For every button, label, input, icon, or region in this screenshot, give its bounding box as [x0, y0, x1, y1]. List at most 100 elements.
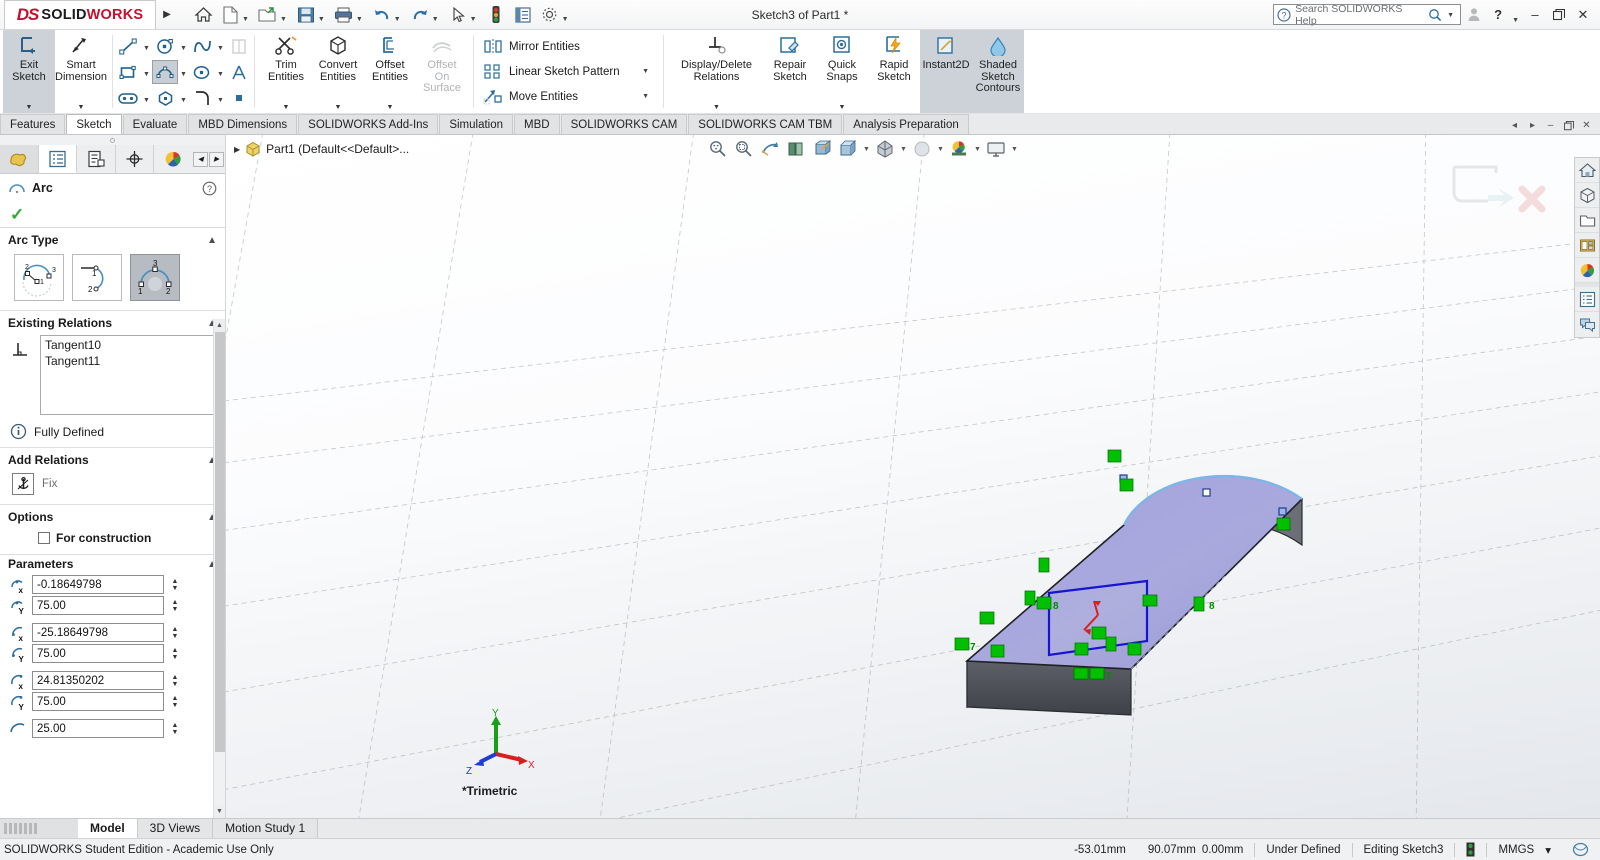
dimxpert-manager-tab[interactable]	[116, 145, 155, 173]
print-button[interactable]: ▼	[331, 2, 368, 28]
chevron-down-icon[interactable]: ▼	[1010, 146, 1019, 153]
center-y-input[interactable]	[32, 596, 164, 615]
restore-button[interactable]	[1548, 3, 1570, 27]
start-y-input[interactable]	[32, 644, 164, 663]
panel-scroll-left-button[interactable]: ◀	[193, 151, 209, 167]
chevron-down-icon[interactable]: ▼	[178, 60, 189, 84]
linear-sketch-pattern-item[interactable]: Linear Sketch Pattern ▼	[480, 59, 657, 84]
chevron-down-icon[interactable]: ▼	[936, 146, 945, 153]
view-home-icon[interactable]	[1575, 158, 1599, 183]
chevron-down-icon[interactable]: ▼	[215, 86, 226, 110]
scrollbar-thumb[interactable]	[215, 332, 225, 752]
chevron-down-icon[interactable]: ▼	[78, 104, 85, 113]
chevron-down-icon[interactable]: ▼	[899, 146, 908, 153]
doc-close-button[interactable]: ✕	[1578, 117, 1595, 134]
doc-minimize-button[interactable]: –	[1542, 117, 1559, 134]
ellipse-tool[interactable]	[189, 60, 215, 84]
sketch-status-icon[interactable]	[1455, 842, 1486, 857]
chevron-down-icon[interactable]: ▼	[178, 34, 189, 58]
minimize-button[interactable]: –	[1524, 3, 1546, 27]
move-entities-item[interactable]: Move Entities ▼	[480, 84, 657, 109]
tab-mbd[interactable]: MBD	[514, 114, 560, 134]
start-x-input[interactable]	[32, 623, 164, 642]
mirror-entities-item[interactable]: Mirror Entities	[480, 34, 657, 59]
file-properties-button[interactable]	[510, 2, 536, 28]
display-manager-tab[interactable]	[154, 145, 193, 173]
task-list-icon[interactable]	[1575, 287, 1599, 312]
edit-appearance-icon[interactable]	[910, 137, 934, 161]
units-dropdown-icon[interactable]: ▾	[1545, 843, 1561, 857]
chevron-down-icon[interactable]: ▼	[431, 16, 442, 23]
view-orientation-icon[interactable]	[810, 137, 834, 161]
accept-check-icon[interactable]: ✓	[10, 205, 24, 225]
save-button[interactable]: ▼	[293, 2, 330, 28]
bottom-tab-3d-views[interactable]: 3D Views	[137, 819, 214, 838]
point-tool[interactable]	[226, 86, 252, 110]
select-button[interactable]: ▼	[445, 2, 482, 28]
radius-input[interactable]	[32, 719, 164, 738]
home-button[interactable]	[190, 2, 216, 28]
chevron-down-icon[interactable]: ▼	[215, 34, 226, 58]
chevron-up-icon[interactable]: ▲	[207, 235, 217, 246]
section-view-icon[interactable]	[784, 137, 808, 161]
center-x-input[interactable]	[32, 575, 164, 594]
property-manager-tab[interactable]	[38, 145, 78, 173]
overlay-icon[interactable]	[1561, 842, 1600, 857]
chevron-down-icon[interactable]: ▼	[141, 86, 152, 110]
tab-mbd-dimensions[interactable]: MBD Dimensions	[188, 114, 298, 134]
feature-manager-tab[interactable]	[0, 145, 39, 173]
scroll-up-button[interactable]: ▲	[214, 319, 225, 332]
chevron-down-icon[interactable]: ▼	[1446, 12, 1457, 19]
new-document-button[interactable]: ▼	[217, 2, 254, 28]
zoom-to-fit-icon[interactable]	[706, 137, 730, 161]
chevron-down-icon[interactable]: ▼	[335, 104, 342, 113]
chevron-down-icon[interactable]: ▼	[393, 16, 404, 23]
trim-entities-button[interactable]: Trim Entities ▼	[260, 30, 312, 113]
panel-splitter[interactable]	[0, 135, 225, 145]
view-isometric-icon[interactable]	[1575, 183, 1599, 208]
doc-nav-next-button[interactable]: ▸	[1524, 117, 1541, 134]
center-y-stepper[interactable]: ▲ ▼	[169, 596, 181, 615]
tab-evaluate[interactable]: Evaluate	[122, 114, 188, 134]
scroll-down-button[interactable]: ▼	[214, 805, 225, 818]
menu-expand-button[interactable]: ▶	[158, 1, 176, 29]
chevron-down-icon[interactable]: ▼	[283, 104, 290, 113]
tab-features[interactable]: Features	[0, 114, 66, 134]
fillet-tool[interactable]	[189, 86, 215, 110]
chevron-down-icon[interactable]: ▼	[279, 16, 290, 23]
radius-stepper[interactable]: ▲ ▼	[169, 719, 181, 738]
tab-solidworks-add-ins[interactable]: SOLIDWORKS Add-Ins	[298, 114, 439, 134]
exit-sketch-button[interactable]: Exit Sketch ▼	[3, 30, 55, 113]
rectangle-tool[interactable]	[115, 60, 141, 84]
text-tool[interactable]	[226, 60, 252, 84]
end-x-stepper[interactable]: ▲ ▼	[169, 671, 181, 690]
redo-button[interactable]: ▼	[407, 2, 444, 28]
tab-sketch[interactable]: Sketch	[66, 114, 122, 134]
chevron-down-icon[interactable]: ▼	[241, 16, 252, 23]
chevron-down-icon[interactable]: ▼	[634, 93, 657, 100]
list-item[interactable]: Tangent11	[45, 354, 212, 370]
chevron-down-icon[interactable]: ▼	[713, 104, 720, 113]
instant2d-button[interactable]: Instant2D	[920, 30, 972, 113]
property-manager-scrollbar[interactable]: ▲ ▼	[213, 319, 225, 818]
configuration-manager-tab[interactable]	[77, 145, 116, 173]
part-model-3d[interactable]: 8 8 7 7	[706, 275, 1506, 818]
arc-type-centerpoint-button[interactable]: 3 1 2	[130, 254, 180, 301]
polygon-tool[interactable]	[152, 86, 178, 110]
chevron-down-icon[interactable]: ▼	[634, 68, 657, 75]
help-icon[interactable]: ?	[202, 181, 217, 196]
zoom-to-area-icon[interactable]	[732, 137, 756, 161]
doc-restore-button[interactable]	[1560, 117, 1577, 134]
color-wheel-icon[interactable]	[1575, 258, 1599, 283]
end-y-input[interactable]	[32, 692, 164, 711]
doc-nav-prev-button[interactable]: ◂	[1506, 117, 1523, 134]
center-x-stepper[interactable]: ▲ ▼	[169, 575, 181, 594]
apply-scene-icon[interactable]	[947, 137, 971, 161]
search-icon[interactable]	[1428, 8, 1442, 22]
appearances-icon[interactable]	[1575, 233, 1599, 258]
chevron-down-icon[interactable]: ▼	[862, 146, 871, 153]
user-account-icon[interactable]	[1463, 3, 1485, 27]
quick-snaps-button[interactable]: Quick Snaps ▼	[816, 30, 868, 113]
end-x-input[interactable]	[32, 671, 164, 690]
chevron-down-icon[interactable]: ▼	[561, 16, 572, 23]
